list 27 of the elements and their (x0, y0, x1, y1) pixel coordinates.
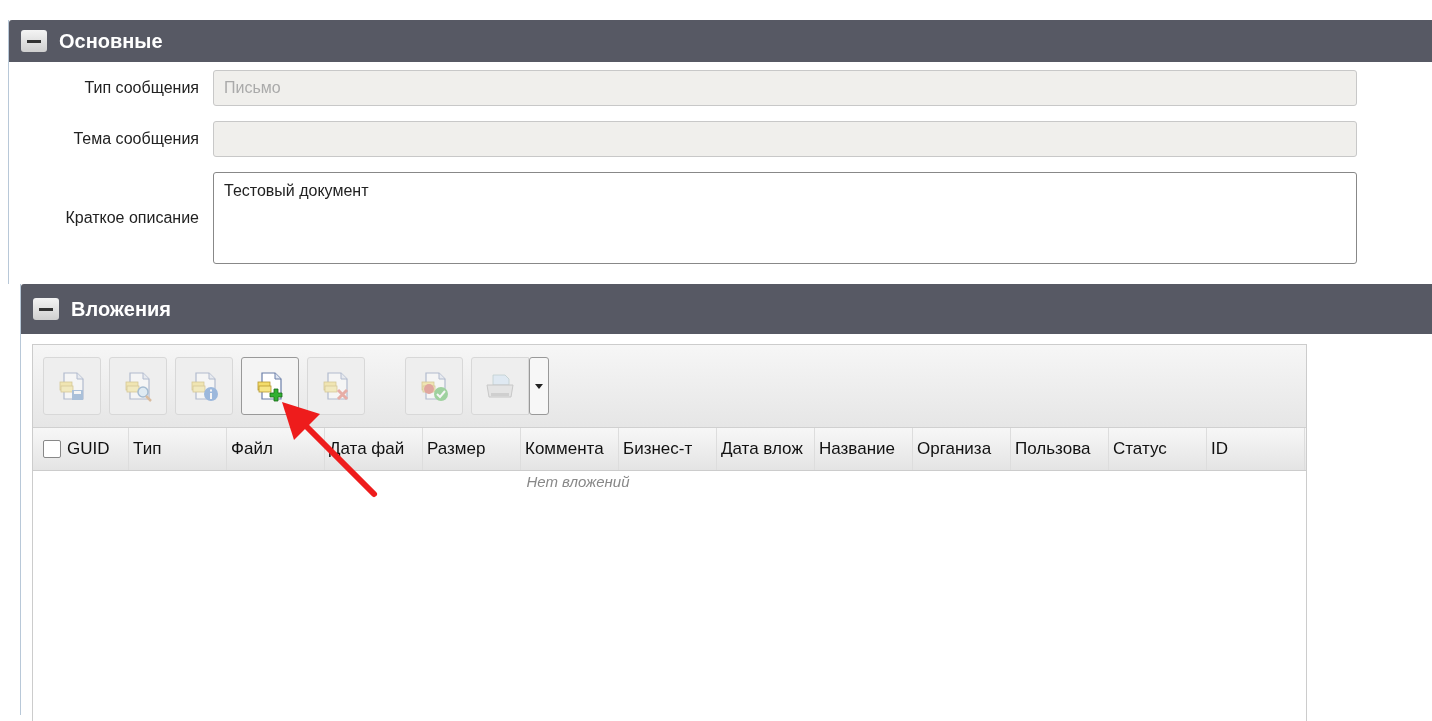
column-header[interactable]: Тип (129, 428, 227, 470)
column-header[interactable]: ID (1207, 428, 1305, 470)
field-label: Краткое описание (64, 209, 200, 227)
field-label: Тип сообщения (83, 79, 200, 97)
column-header[interactable]: Дата влож (717, 428, 815, 470)
collapse-button[interactable] (33, 298, 59, 320)
caret-icon (535, 383, 543, 389)
column-header[interactable]: Коммента (521, 428, 619, 470)
column-header[interactable]: GUID (33, 428, 129, 470)
field-value: Тестовый документ (224, 182, 369, 200)
column-header[interactable]: Название (815, 428, 913, 470)
section-title: Основные (59, 29, 163, 53)
field-label: Тема сообщения (72, 130, 200, 148)
text-area[interactable]: Тестовый документ (213, 172, 1357, 264)
dropdown-button[interactable] (529, 357, 549, 415)
column-header[interactable]: Бизнес-т (619, 428, 717, 470)
column-header[interactable]: Организа (913, 428, 1011, 470)
add-button[interactable] (241, 357, 299, 415)
empty-message: Нет вложений (526, 473, 630, 490)
column-title: GUID (67, 439, 110, 459)
checkbox[interactable] (43, 440, 61, 458)
column-header[interactable]: Размер (423, 428, 521, 470)
column-header[interactable]: Статус (1109, 428, 1207, 470)
section-title: Вложения (71, 297, 171, 321)
column-header[interactable]: Пользова (1011, 428, 1109, 470)
field-value: Письмо (224, 79, 281, 97)
collapse-button[interactable] (21, 30, 47, 52)
